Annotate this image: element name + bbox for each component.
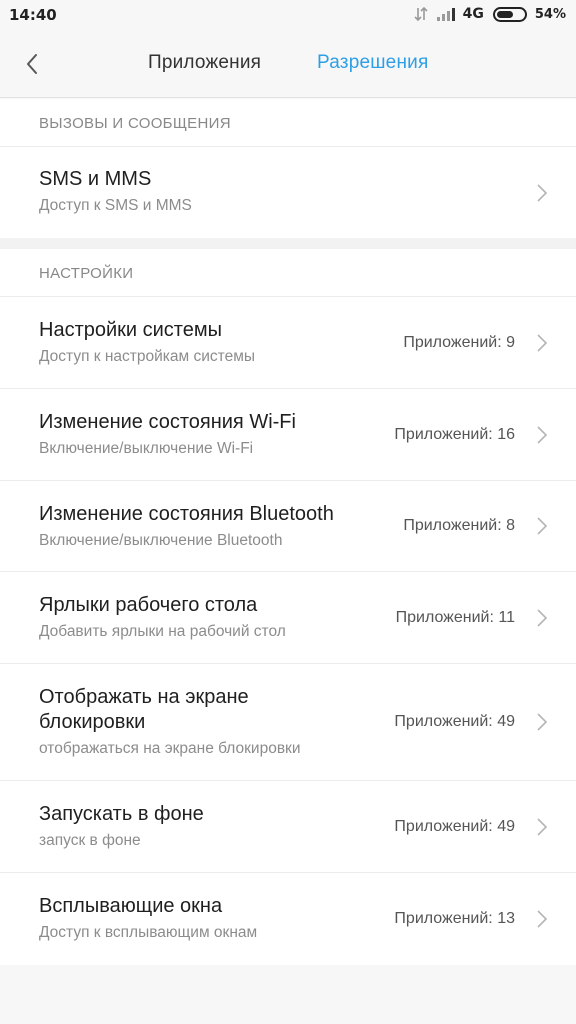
section-header: НАСТРОЙКИ bbox=[0, 249, 576, 297]
data-activity-icon bbox=[414, 6, 428, 22]
section-settings: НАСТРОЙКИ Настройки системы Доступ к нас… bbox=[0, 249, 576, 965]
tab-permissions[interactable]: Разрешения bbox=[317, 52, 428, 74]
list-item[interactable]: Ярлыки рабочего стола Добавить ярлыки на… bbox=[0, 572, 576, 664]
list-item[interactable]: Изменение состояния Wi-Fi Включение/выкл… bbox=[0, 389, 576, 481]
list-item[interactable]: SMS и MMS Доступ к SMS и MMS bbox=[0, 147, 576, 238]
item-description: отображаться на экране блокировки bbox=[39, 740, 301, 757]
app-count: Приложений: 9 bbox=[403, 333, 515, 351]
chevron-right-icon bbox=[537, 817, 548, 836]
tab-apps[interactable]: Приложения bbox=[148, 52, 261, 74]
item-title: Отображать на экране блокировки bbox=[39, 686, 249, 733]
app-count: Приложений: 11 bbox=[395, 608, 515, 626]
list-item[interactable]: Изменение состояния Bluetooth Включение/… bbox=[0, 481, 576, 572]
section-calls-messages: ВЫЗОВЫ И СООБЩЕНИЯ SMS и MMS Доступ к SM… bbox=[0, 99, 576, 238]
list-item[interactable]: Всплывающие окна Доступ к всплывающим ок… bbox=[0, 873, 576, 965]
chevron-right-icon bbox=[537, 910, 548, 928]
list-item[interactable]: Запускать в фоне запуск в фоне Приложени… bbox=[0, 781, 576, 873]
battery-icon bbox=[492, 6, 527, 22]
chevron-right-icon bbox=[537, 183, 548, 202]
app-count: Приложений: 49 bbox=[394, 817, 515, 835]
battery-percent: 54% bbox=[534, 6, 566, 22]
chevron-right-icon bbox=[537, 608, 548, 627]
list-item[interactable]: Отображать на экране блокировки отобража… bbox=[0, 664, 576, 781]
back-button[interactable] bbox=[14, 46, 50, 82]
app-count: Приложений: 49 bbox=[394, 713, 515, 730]
section-header: ВЫЗОВЫ И СООБЩЕНИЯ bbox=[0, 99, 576, 147]
back-arrow-icon bbox=[27, 54, 37, 74]
signal-strength-icon bbox=[436, 7, 455, 21]
chevron-right-icon bbox=[537, 713, 548, 731]
chevron-right-icon bbox=[537, 517, 548, 535]
top-bar: Приложения Разрешения bbox=[0, 30, 576, 98]
item-description: Доступ к SMS и MMS bbox=[39, 197, 192, 214]
network-type: 4G bbox=[462, 6, 484, 22]
item-title: SMS и MMS bbox=[39, 168, 152, 190]
section-divider bbox=[0, 238, 576, 249]
chevron-right-icon bbox=[537, 333, 548, 352]
status-bar: 14:40 4G 54% bbox=[0, 0, 576, 30]
status-icons: 4G 54% bbox=[414, 6, 566, 22]
status-time: 14:40 bbox=[9, 6, 57, 24]
app-count: Приложений: 8 bbox=[403, 517, 515, 534]
list-item[interactable]: Настройки системы Доступ к настройкам си… bbox=[0, 297, 576, 389]
chevron-right-icon bbox=[537, 425, 548, 444]
app-count: Приложений: 13 bbox=[394, 910, 515, 927]
app-count: Приложений: 16 bbox=[394, 425, 515, 443]
